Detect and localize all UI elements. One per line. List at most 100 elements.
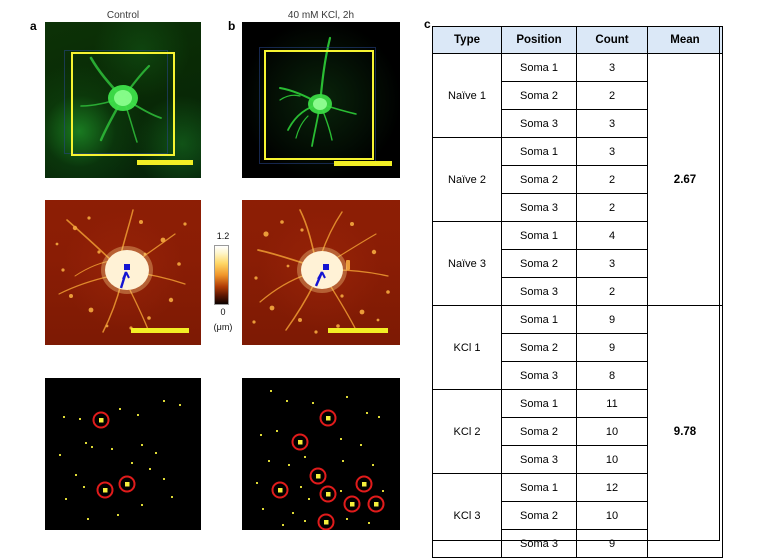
circled-punctum: [355, 475, 373, 493]
table-cell-count: 2: [576, 81, 648, 110]
circled-punctum: [96, 481, 114, 499]
scale-bar-fluorescence-kcl: [334, 161, 392, 166]
table-cell-type: KCl 1: [432, 305, 502, 390]
punctum-core: [278, 488, 283, 493]
afm-topography-control: [55, 209, 187, 333]
table-cell-position: Soma 2: [501, 417, 577, 446]
punctum-dot: [304, 456, 306, 458]
table-row: KCl 1 Soma 1 9 9.78: [432, 305, 723, 558]
punctum-dot: [65, 498, 67, 500]
table-cell-type: Naïve 1: [432, 53, 502, 138]
punctum-core: [374, 502, 379, 507]
punctum-core: [350, 502, 355, 507]
table-cell-position: Soma 3: [501, 445, 577, 474]
punctum-dot: [75, 474, 77, 476]
table-body: Naïve 1 Soma 1 3 2.67 Soma 2 2 Soma 3 3 Naïve 2S…: [432, 53, 723, 558]
panel-label-c: c: [424, 17, 431, 31]
scale-bar-afm-kcl: [328, 328, 388, 333]
table-cell-type: Naïve 3: [432, 221, 502, 306]
punctum-dot: [268, 460, 270, 462]
punctum-dot: [141, 504, 143, 506]
table-cell-position: Soma 2: [501, 501, 577, 530]
panel-label-b: b: [228, 19, 236, 33]
table-header-count: Count: [576, 26, 648, 54]
counts-table: Type Position Count Mean Naïve 1 Soma 132…: [432, 26, 723, 558]
punctum-dot: [282, 524, 284, 526]
fluorescence-image-control: [45, 22, 201, 178]
table-cell-count: 10: [576, 417, 648, 446]
puncta-image-kcl: [242, 378, 400, 530]
punctum-dot: [163, 400, 165, 402]
table-header-position: Position: [501, 26, 577, 54]
colorbar-min-label: 0: [220, 307, 226, 317]
punctum-dot: [83, 486, 85, 488]
table-cell-position: Soma 1: [501, 389, 577, 418]
table-cell-count: 4: [576, 221, 648, 250]
punctum-dot: [141, 444, 143, 446]
table-cell-count: 3: [576, 137, 648, 166]
circled-punctum: [319, 485, 337, 503]
punctum-dot: [346, 396, 348, 398]
punctum-dot: [59, 454, 61, 456]
roi-box-kcl: [264, 50, 374, 160]
punctum-dot: [260, 434, 262, 436]
circled-punctum: [319, 409, 337, 427]
table-cell-count: 3: [576, 249, 648, 278]
punctum-dot: [368, 522, 370, 524]
table-cell-position: Soma 1: [501, 305, 577, 334]
colorbar-max-label: 1.2: [216, 231, 230, 241]
punctum-dot: [340, 490, 342, 492]
table-cell-mean: 2.67: [647, 53, 723, 306]
table-cell-type: Naïve 2: [432, 137, 502, 222]
table-cell-count: 3: [576, 53, 648, 82]
punctum-dot: [262, 508, 264, 510]
circled-punctum: [343, 495, 361, 513]
afm-topography-kcl: [252, 209, 390, 334]
table-cell-count: 9: [576, 305, 648, 334]
puncta-overlay-control: [59, 400, 181, 520]
table-cell-position: Soma 3: [501, 277, 577, 306]
punctum-dot: [163, 478, 165, 480]
table-cell-position: Soma 3: [501, 109, 577, 138]
table-cell-position: Soma 2: [501, 81, 577, 110]
punctum-dot: [149, 468, 151, 470]
column-title-control: Control: [106, 10, 140, 21]
scale-bar-afm-control: [131, 328, 189, 333]
afm-image-control: [45, 200, 201, 345]
punctum-dot: [131, 462, 133, 464]
punctum-dot: [270, 390, 272, 392]
table-header-row: Type Position Count Mean: [432, 26, 723, 54]
punctum-core: [326, 492, 331, 497]
table-cell-position: Soma 3: [501, 193, 577, 222]
table-cell-count: 10: [576, 445, 648, 474]
punctum-dot: [85, 442, 87, 444]
table-cell-count: 2: [576, 277, 648, 306]
punctum-dot: [155, 452, 157, 454]
punctum-core: [298, 440, 303, 445]
punctum-dot: [304, 520, 306, 522]
punctum-dot: [312, 402, 314, 404]
punctum-dot: [276, 430, 278, 432]
circled-punctum: [309, 467, 327, 485]
punctum-dot: [171, 496, 173, 498]
table-cell-count: 11: [576, 389, 648, 418]
punctum-dot: [378, 416, 380, 418]
punctum-dot: [79, 418, 81, 420]
table-cell-position: Soma 1: [501, 53, 577, 82]
table-cell-position: Soma 2: [501, 333, 577, 362]
circled-punctum: [317, 513, 335, 530]
punctum-dot: [87, 518, 89, 520]
punctum-dot: [119, 408, 121, 410]
panel-label-a: a: [30, 19, 37, 33]
punctum-dot: [91, 446, 93, 448]
roi-box-control: [71, 52, 175, 156]
punctum-dot: [382, 490, 384, 492]
circled-punctum: [291, 433, 309, 451]
table-cell-position: Soma 1: [501, 473, 577, 502]
table-row: Naïve 1 Soma 1 3 2.67: [432, 53, 723, 306]
punctum-dot: [179, 404, 181, 406]
table-cell-count: 9: [576, 529, 648, 558]
punctum-dot: [63, 416, 65, 418]
table-cell-type: KCl 3: [432, 473, 502, 558]
afm-height-colorbar: 1.2 0 (μm): [206, 232, 240, 344]
